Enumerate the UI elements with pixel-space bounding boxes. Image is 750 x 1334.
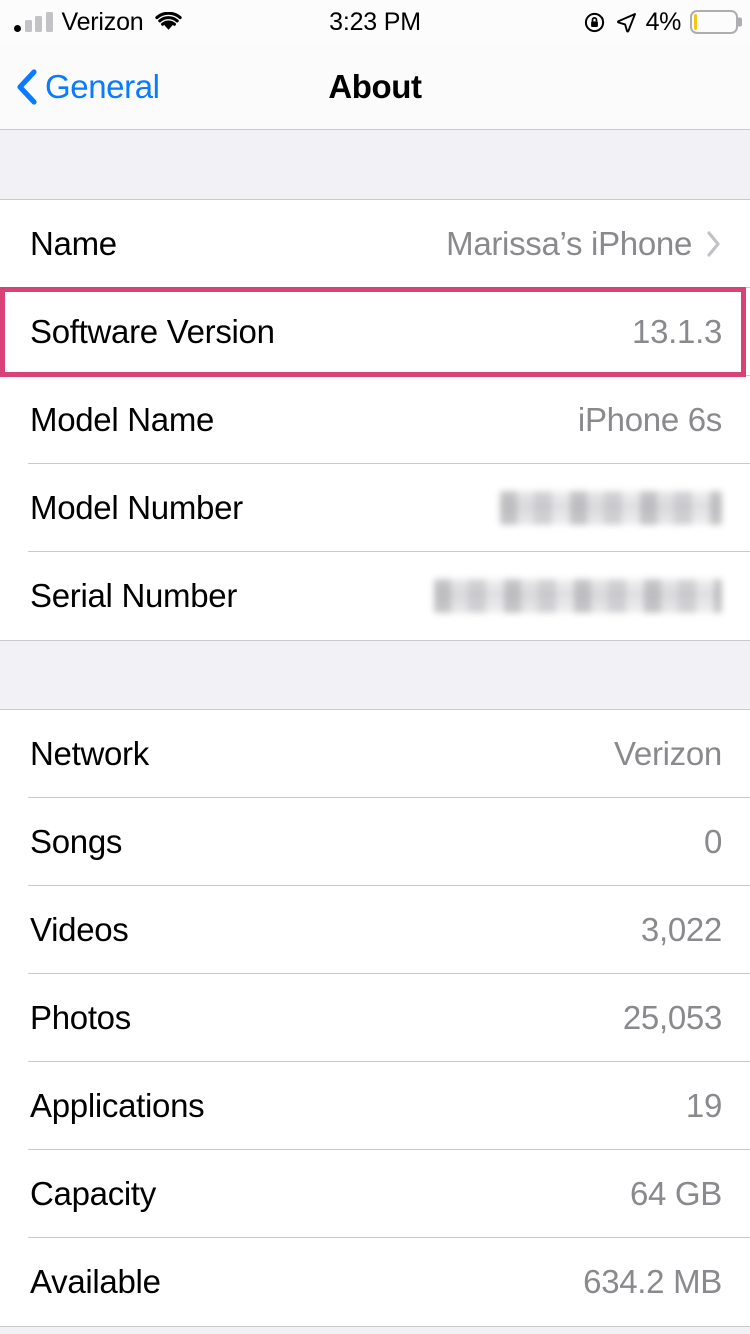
row-label: Applications [30, 1087, 205, 1124]
wifi-icon [154, 11, 182, 32]
row-serial-number[interactable]: Serial Number [0, 552, 750, 640]
row-network[interactable]: Network Verizon [0, 710, 750, 798]
clock-label: 3:23 PM [329, 7, 421, 36]
cellular-signal-icon [14, 12, 53, 32]
row-value-group: iPhone 6s [578, 401, 722, 439]
row-model-name[interactable]: Model Name iPhone 6s [0, 376, 750, 464]
row-label: Songs [30, 823, 123, 860]
rotation-lock-icon [584, 11, 607, 34]
status-bar-left: Verizon [14, 0, 182, 44]
row-value-group: 64 GB [630, 1175, 722, 1213]
row-label: Network [30, 735, 149, 772]
battery-icon [690, 10, 738, 34]
row-value: 19 [685, 1087, 722, 1124]
row-value: 634.2 MB [583, 1263, 722, 1300]
battery-percent-label: 4% [645, 7, 682, 36]
carrier-label: Verizon [61, 7, 144, 36]
row-label: Available [30, 1263, 161, 1300]
row-value-group: 19 [686, 1087, 722, 1125]
status-bar: Verizon 3:23 PM 4% [0, 0, 750, 44]
battery-fill [694, 14, 697, 30]
back-button-label: General [45, 67, 160, 105]
row-value-group: 0 [704, 823, 722, 861]
chevron-right-icon [706, 230, 722, 258]
chevron-left-icon [16, 68, 38, 105]
section-usage-info: Network Verizon Songs 0 Videos 3,022 Pho… [0, 710, 750, 1326]
row-value-group: Marissa’s iPhone [446, 225, 722, 263]
row-label: Model Name [30, 401, 215, 438]
row-label: Videos [30, 911, 129, 948]
row-videos[interactable]: Videos 3,022 [0, 886, 750, 974]
settings-content: Name Marissa’s iPhone Software Version 1… [0, 130, 750, 1334]
row-label: Model Number [30, 489, 243, 526]
section-spacer-middle [0, 640, 750, 710]
row-available[interactable]: Available 634.2 MB [0, 1238, 750, 1326]
row-value: 0 [703, 823, 722, 860]
section-spacer-top [0, 130, 750, 200]
back-button[interactable]: General [16, 68, 160, 106]
row-label: Capacity [30, 1175, 156, 1212]
row-value-group [434, 579, 722, 613]
row-model-number[interactable]: Model Number [0, 464, 750, 552]
section-device-info: Name Marissa’s iPhone Software Version 1… [0, 200, 750, 640]
row-value-group: Verizon [614, 735, 722, 773]
section-spacer-bottom [0, 1326, 750, 1334]
redacted-value [500, 491, 722, 525]
row-value-group [500, 491, 722, 525]
row-value: 13.1.3 [632, 313, 722, 350]
row-applications[interactable]: Applications 19 [0, 1062, 750, 1150]
navigation-bar: General About [0, 44, 750, 130]
row-label: Software Version [30, 313, 275, 350]
row-software-version[interactable]: Software Version 13.1.3 [0, 287, 750, 377]
row-value-group: 13.1.3 [632, 313, 722, 351]
redacted-value [434, 579, 722, 613]
row-value: 3,022 [640, 911, 722, 948]
location-arrow-icon [616, 12, 637, 33]
row-value: Verizon [614, 735, 722, 772]
row-label: Photos [30, 999, 131, 1036]
row-name[interactable]: Name Marissa’s iPhone [0, 200, 750, 288]
row-capacity[interactable]: Capacity 64 GB [0, 1150, 750, 1238]
row-label: Serial Number [30, 577, 238, 614]
row-value: iPhone 6s [577, 401, 722, 438]
row-value-group: 25,053 [623, 999, 722, 1037]
row-value: 64 GB [629, 1175, 722, 1212]
row-photos[interactable]: Photos 25,053 [0, 974, 750, 1062]
status-bar-right: 4% [584, 0, 738, 44]
row-value-group: 634.2 MB [583, 1263, 722, 1301]
row-label: Name [30, 225, 117, 262]
row-value: Marissa’s iPhone [446, 225, 692, 262]
row-value: 25,053 [622, 999, 722, 1036]
row-value-group: 3,022 [641, 911, 722, 949]
row-songs[interactable]: Songs 0 [0, 798, 750, 886]
